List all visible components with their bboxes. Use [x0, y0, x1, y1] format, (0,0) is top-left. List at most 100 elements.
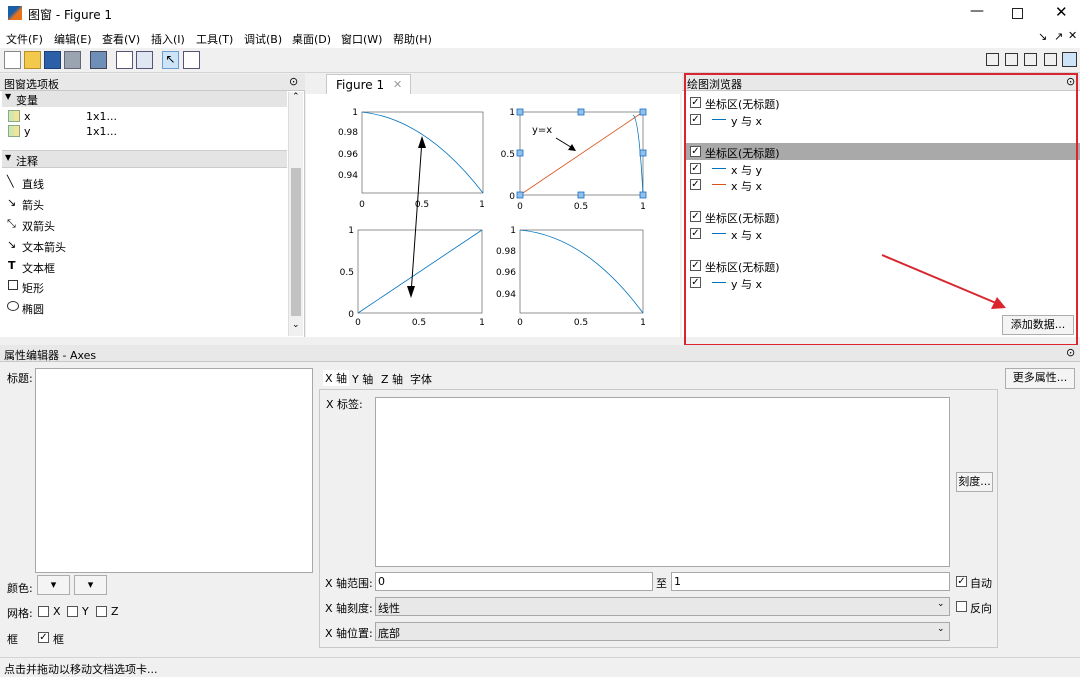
- hide-plot-tools-icon[interactable]: [116, 51, 133, 69]
- xlabel-input[interactable]: [375, 397, 950, 567]
- reverse-checkbox[interactable]: [956, 601, 967, 612]
- left-right-layout-icon[interactable]: [1005, 53, 1018, 66]
- annotation-line[interactable]: 直线: [22, 176, 44, 192]
- tick-label: 0: [509, 192, 515, 202]
- annotation-ellipse[interactable]: 椭圆: [22, 301, 44, 317]
- link-plot-icon[interactable]: [90, 51, 107, 69]
- face-color-button[interactable]: ▾: [37, 575, 70, 595]
- selection-handle[interactable]: [639, 191, 647, 199]
- title-input[interactable]: [35, 368, 313, 573]
- property-editor-title: 属性编辑器 - Axes: [4, 349, 97, 362]
- close-tab-icon[interactable]: ✕: [393, 78, 402, 91]
- tick-label: 1: [479, 318, 485, 328]
- maximize-button[interactable]: [1012, 8, 1023, 19]
- close-button[interactable]: ✕: [1055, 3, 1068, 21]
- menu-window[interactable]: 窗口(W): [341, 31, 382, 47]
- undock-icon[interactable]: ↘: [1038, 30, 1047, 43]
- range-max-value: 1: [674, 575, 681, 588]
- variables-header[interactable]: ▼ 变量: [2, 91, 287, 107]
- menu-bar: 文件(F) 编辑(E) 查看(V) 插入(I) 工具(T) 调试(B) 桌面(D…: [0, 27, 1080, 48]
- tick-label: 0.94: [496, 290, 516, 300]
- property-inspector-icon[interactable]: [183, 51, 200, 69]
- menu-file[interactable]: 文件(F): [6, 31, 43, 47]
- menu-help[interactable]: 帮助(H): [393, 31, 432, 47]
- variable-name[interactable]: y: [24, 125, 31, 138]
- grid-x-checkbox[interactable]: [38, 606, 49, 617]
- variable-icon: [8, 110, 20, 122]
- selection-handle[interactable]: [639, 108, 647, 116]
- axes-box[interactable]: [519, 229, 644, 314]
- open-file-icon[interactable]: [24, 51, 41, 69]
- menu-desktop[interactable]: 桌面(D): [292, 31, 331, 47]
- tick-label: 1: [510, 226, 516, 236]
- palette-menu-icon[interactable]: ⊙: [289, 75, 298, 88]
- show-plot-tools-icon[interactable]: [136, 51, 153, 69]
- edge-color-button[interactable]: ▾: [74, 575, 107, 595]
- range-min-input[interactable]: 0: [375, 572, 653, 591]
- annotation-arrow[interactable]: 箭头: [22, 197, 44, 213]
- minimize-button[interactable]: —: [970, 3, 984, 19]
- selection-handle[interactable]: [516, 149, 524, 157]
- editor-menu-icon[interactable]: ⊙: [1066, 346, 1075, 359]
- palette-scrollbar[interactable]: ⌃ ⌄: [288, 92, 303, 336]
- grid-label: 网格:: [7, 607, 33, 620]
- annotations-header[interactable]: ▼ 注释: [2, 150, 287, 168]
- top-bottom-layout-icon[interactable]: [1024, 53, 1037, 66]
- tab-y-axis[interactable]: Y 轴: [352, 371, 373, 387]
- axes-box[interactable]: [361, 111, 484, 194]
- figure-area: Figure 1 ✕ 1 0.98 0.96 0.94 0 0.5 1 y=x: [306, 74, 680, 337]
- variable-size: 1x1...: [86, 110, 117, 123]
- annotation-double-arrow[interactable]: 双箭头: [22, 218, 55, 234]
- figure-tab[interactable]: Figure 1 ✕: [326, 74, 411, 94]
- scroll-thumb[interactable]: [291, 168, 301, 316]
- textbox-icon: T: [8, 259, 16, 272]
- menu-insert[interactable]: 插入(I): [151, 31, 185, 47]
- new-figure-icon[interactable]: [4, 51, 21, 69]
- status-bar: 点击并拖动以移动文档选项卡...: [0, 657, 1080, 677]
- grid-y-checkbox[interactable]: [67, 606, 78, 617]
- save-icon[interactable]: [44, 51, 61, 69]
- menu-debug[interactable]: 调试(B): [244, 31, 282, 47]
- location-select[interactable]: 底部 ⌄: [375, 622, 950, 641]
- matlab-icon: [8, 6, 22, 20]
- auto-checkbox[interactable]: ✓: [956, 576, 967, 587]
- scroll-up-icon[interactable]: ⌃: [292, 92, 300, 102]
- tile-layout-icon[interactable]: [986, 53, 999, 66]
- variable-name[interactable]: x: [24, 110, 31, 123]
- selection-handle[interactable]: [516, 191, 524, 199]
- annotation-text-arrow[interactable]: 文本箭头: [22, 239, 66, 255]
- scale-select[interactable]: 线性 ⌄: [375, 597, 950, 616]
- variable-icon: [8, 125, 20, 137]
- maximize-layout-icon[interactable]: [1062, 52, 1077, 67]
- grid-z-checkbox[interactable]: [96, 606, 107, 617]
- range-max-input[interactable]: 1: [671, 572, 950, 591]
- menu-view[interactable]: 查看(V): [102, 31, 140, 47]
- tick-label: 1: [479, 200, 485, 210]
- tab-z-axis[interactable]: Z 轴: [381, 371, 403, 387]
- menu-tools[interactable]: 工具(T): [196, 31, 233, 47]
- tick-label: 1: [348, 226, 354, 236]
- close-figure-icon[interactable]: ✕: [1068, 29, 1077, 42]
- print-icon[interactable]: [64, 51, 81, 69]
- title-bar: 图窗 - Figure 1 — ✕: [0, 0, 1080, 27]
- tab-font[interactable]: 字体: [410, 371, 432, 387]
- xlabel-label: X 标签:: [326, 398, 363, 411]
- edit-plot-icon[interactable]: ↖: [162, 51, 179, 69]
- selection-handle[interactable]: [516, 108, 524, 116]
- annotation-textbox[interactable]: 文本框: [22, 260, 55, 276]
- menu-edit[interactable]: 编辑(E): [54, 31, 92, 47]
- annotation-rectangle[interactable]: 矩形: [22, 280, 44, 296]
- float-layout-icon[interactable]: [1044, 53, 1057, 66]
- grid-x-label: X: [53, 605, 61, 618]
- range-to-label: 至: [656, 577, 667, 590]
- dock-icon[interactable]: ↗: [1054, 30, 1063, 43]
- more-properties-button[interactable]: 更多属性...: [1005, 368, 1075, 389]
- selection-handle[interactable]: [639, 149, 647, 157]
- box-checkbox[interactable]: ✓: [38, 632, 49, 643]
- scroll-down-icon[interactable]: ⌄: [292, 320, 300, 330]
- ticks-button[interactable]: 刻度...: [956, 472, 993, 492]
- selection-handle[interactable]: [577, 108, 585, 116]
- tab-x-axis[interactable]: X 轴: [323, 370, 350, 386]
- tick-label: 0.98: [496, 247, 516, 257]
- selection-handle[interactable]: [577, 191, 585, 199]
